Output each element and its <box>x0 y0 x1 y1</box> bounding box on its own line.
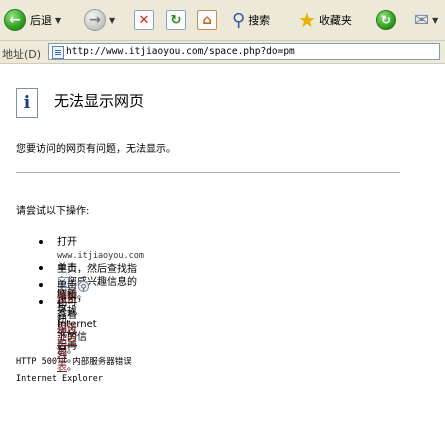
home-button[interactable]: ⌂ <box>197 8 217 32</box>
search-icon: ⚲ <box>78 281 89 292</box>
suggestion-text: 打开 <box>57 237 77 248</box>
address-input[interactable]: http://www.itjiaoyou.com/space.php?do=pm <box>48 43 440 60</box>
divider <box>16 172 400 173</box>
dropdown-arrow-icon: ▼ <box>55 15 62 25</box>
address-url: http://www.itjiaoyou.com/space.php?do=pm <box>66 46 295 57</box>
favorites-button[interactable]: ★ 收藏夹 <box>298 8 352 32</box>
page-title: 无法显示网页 <box>54 92 145 110</box>
back-button[interactable]: ← 后退 ▼ <box>4 8 61 32</box>
refresh-button[interactable]: ↻ <box>166 8 186 32</box>
error-description: 您要访问的网页有问题，无法显示。 <box>16 144 176 155</box>
search-button[interactable]: ⚲ 搜索 <box>232 8 270 32</box>
bullet <box>39 240 43 244</box>
search-icon: ⚲ <box>232 9 246 31</box>
app-name: Internet Explorer <box>16 374 103 384</box>
favorites-label: 收藏夹 <box>318 14 352 27</box>
back-label: 后退 <box>30 14 52 27</box>
suggestion-text: 单击 <box>57 280 77 291</box>
stop-button[interactable]: ✕ <box>134 8 154 32</box>
history-button[interactable]: ↻ <box>376 8 396 32</box>
forward-button[interactable]: → ▼ <box>84 8 115 32</box>
mail-button[interactable]: ✉ ▼ <box>414 8 438 32</box>
dropdown-arrow-icon: ▼ <box>432 15 439 25</box>
bullet <box>39 266 43 270</box>
suggestion-text: 也可查看 <box>57 297 77 321</box>
back-arrow-icon: ← <box>4 9 26 31</box>
search-label: 搜索 <box>248 14 271 27</box>
dropdown-arrow-icon: ▼ <box>109 15 116 25</box>
try-heading: 请尝试以下操作: <box>16 206 90 217</box>
address-label: 地址(D) <box>2 48 42 61</box>
refresh-icon: ↻ <box>166 10 186 30</box>
forward-arrow-icon: → <box>84 9 106 31</box>
history-icon: ↻ <box>376 10 396 30</box>
info-icon: i <box>16 88 38 118</box>
home-icon: ⌂ <box>197 10 217 30</box>
suggestion-text: 单击 <box>57 263 77 274</box>
address-bar: 地址(D) http://www.itjiaoyou.com/space.php… <box>0 41 445 64</box>
browser-toolbar: ← 后退 ▼ → ▼ ✕ ↻ ⌂ ⚲ 搜索 ★ 收藏夹 ↻ ✉ ▼ <box>0 0 445 41</box>
stop-icon: ✕ <box>134 10 154 30</box>
mail-icon: ✉ <box>414 9 430 31</box>
bullet <box>39 283 43 287</box>
site-link[interactable]: www.itjiaoyou.com <box>57 251 144 261</box>
error-code: HTTP 500 - 内部服务器错误 <box>16 357 132 367</box>
page-icon <box>52 46 64 59</box>
bullet <box>39 300 43 304</box>
star-icon: ★ <box>298 8 316 32</box>
